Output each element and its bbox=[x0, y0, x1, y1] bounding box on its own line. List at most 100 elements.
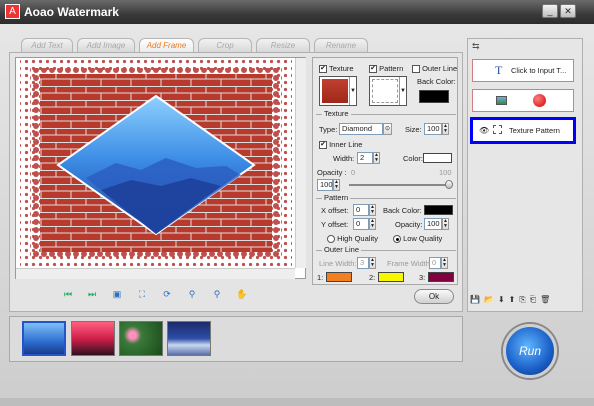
inner-line-checkbox[interactable]: ✔ Inner Line bbox=[319, 140, 363, 150]
tab-rename[interactable]: Rename bbox=[314, 38, 368, 53]
tab-add-text[interactable]: Add Text bbox=[21, 38, 73, 53]
frame-width-input[interactable]: 0 bbox=[429, 257, 441, 269]
pattern-opacity-stepper[interactable]: ▲ ▼ bbox=[442, 218, 449, 230]
outer-color-1-label: 1: bbox=[317, 273, 324, 282]
eye-icon[interactable]: 👁 bbox=[479, 120, 489, 141]
y-offset-stepper[interactable]: ▲ ▼ bbox=[369, 218, 376, 230]
outer-color-2-label: 2: bbox=[369, 273, 376, 282]
pattern-checkbox[interactable]: ✔ Pattern bbox=[369, 64, 404, 74]
ok-button[interactable]: Ok bbox=[414, 289, 454, 304]
fit-icon[interactable]: ▣ bbox=[111, 288, 123, 300]
opacity-slider-thumb[interactable] bbox=[445, 180, 453, 189]
size-stepper[interactable]: ▲ ▼ bbox=[442, 123, 449, 135]
width-input[interactable]: 2 bbox=[357, 152, 373, 164]
outer-color-3-swatch[interactable] bbox=[428, 272, 454, 282]
thumbnail-flowers[interactable] bbox=[119, 321, 163, 356]
opacity-slider-track[interactable] bbox=[349, 184, 451, 186]
layers-header-icon[interactable]: ⇆ bbox=[472, 41, 486, 52]
high-quality-radio[interactable]: High Quality bbox=[327, 234, 378, 244]
open-icon[interactable]: 📂 bbox=[484, 295, 498, 304]
inner-line-label: Inner Line bbox=[329, 140, 363, 149]
opacity-input[interactable]: 100 bbox=[317, 179, 333, 191]
actual-size-icon[interactable]: ⛶ bbox=[136, 288, 148, 300]
texture-checkbox[interactable]: ✔ Texture bbox=[319, 64, 354, 74]
x-offset-input[interactable]: 0 bbox=[353, 204, 369, 216]
outer-line-section: Outer Line bbox=[316, 245, 456, 254]
type-label: Type: bbox=[319, 125, 338, 134]
y-offset-input[interactable]: 0 bbox=[353, 218, 369, 230]
width-label: Width: bbox=[333, 154, 355, 163]
image-icon bbox=[496, 96, 507, 105]
opacity-stepper[interactable]: ▲ ▼ bbox=[333, 179, 340, 191]
delete-icon[interactable]: 🗑 bbox=[540, 295, 554, 304]
chevron-down-icon: ▼ bbox=[399, 77, 406, 105]
pattern-section: Pattern bbox=[316, 193, 456, 202]
texture-picker[interactable]: ▼ bbox=[319, 76, 357, 106]
type-select[interactable]: Diamond bbox=[339, 123, 383, 135]
high-quality-label: High Quality bbox=[337, 234, 378, 243]
pan-hand-icon[interactable]: ✋ bbox=[236, 288, 248, 300]
chevron-down-icon[interactable]: ⊙ bbox=[383, 123, 392, 135]
opacity-min-label: 0 bbox=[351, 168, 356, 177]
pattern-section-title: Pattern bbox=[322, 193, 351, 202]
tab-add-frame[interactable]: Add Frame bbox=[139, 38, 194, 53]
layer-frame-item[interactable]: 👁 Texture Pattern bbox=[470, 117, 576, 144]
texture-preview bbox=[322, 79, 348, 103]
width-stepper[interactable]: ▲ ▼ bbox=[373, 152, 380, 164]
zoom-in-icon[interactable]: ⚲ bbox=[186, 288, 198, 300]
pattern-opacity-input[interactable]: 100 bbox=[424, 218, 442, 230]
line-width-input[interactable]: 3 bbox=[357, 257, 369, 269]
layer-toolbar: 💾📂⬇⬆⎘⎗🗑 bbox=[470, 295, 580, 309]
layer-image-item[interactable] bbox=[472, 89, 574, 112]
rotate-icon[interactable]: ⟳ bbox=[161, 288, 173, 300]
tab-resize[interactable]: Resize bbox=[256, 38, 310, 53]
pattern-checkbox-label: Pattern bbox=[379, 64, 404, 73]
window-title: Aoao Watermark bbox=[24, 5, 119, 19]
layer-frame-label: Texture Pattern bbox=[509, 126, 560, 135]
frame-properties-panel: ✔ Texture ✔ Pattern Outer Line ▼ ▼ Back … bbox=[312, 57, 458, 285]
low-quality-radio[interactable]: Low Quality bbox=[393, 234, 442, 244]
texture-section-title: Texture bbox=[322, 109, 351, 118]
import-icon[interactable]: ⎘ bbox=[519, 295, 529, 304]
thumbnail-mountains[interactable] bbox=[22, 321, 66, 356]
pattern-picker[interactable]: ▼ bbox=[369, 76, 407, 106]
inner-line-color-swatch[interactable] bbox=[423, 153, 452, 163]
x-offset-stepper[interactable]: ▲ ▼ bbox=[369, 204, 376, 216]
move-up-icon[interactable]: ⬆ bbox=[509, 295, 520, 304]
outer-color-2-swatch[interactable] bbox=[378, 272, 404, 282]
tab-add-image[interactable]: Add Image bbox=[77, 38, 135, 53]
outer-color-1-swatch[interactable] bbox=[326, 272, 352, 282]
image-preview[interactable] bbox=[15, 57, 306, 279]
export-icon[interactable]: ⎗ bbox=[530, 295, 540, 304]
minimize-icon[interactable]: _ bbox=[542, 4, 558, 18]
preview-hscrollbar[interactable] bbox=[16, 268, 295, 279]
line-width-stepper[interactable]: ▲ ▼ bbox=[369, 257, 376, 269]
frame-icon bbox=[493, 125, 502, 134]
first-icon[interactable]: ⏮ bbox=[62, 288, 74, 300]
thumbnail-winter[interactable] bbox=[167, 321, 211, 356]
frame-width-stepper[interactable]: ▲ ▼ bbox=[441, 257, 448, 269]
outer-line-section-title: Outer Line bbox=[322, 245, 362, 254]
move-down-icon[interactable]: ⬇ bbox=[498, 295, 509, 304]
back-color-swatch[interactable] bbox=[419, 90, 449, 103]
save-icon[interactable]: 💾 bbox=[470, 295, 484, 304]
tab-crop[interactable]: Crop bbox=[198, 38, 252, 53]
outer-color-3-label: 3: bbox=[419, 273, 426, 282]
texture-checkbox-label: Texture bbox=[328, 64, 354, 73]
app-logo-icon: A bbox=[5, 4, 20, 19]
preview-vscrollbar[interactable] bbox=[295, 58, 306, 268]
last-icon[interactable]: ⏭ bbox=[86, 288, 98, 300]
layer-text-item[interactable]: T Click to Input T... bbox=[472, 59, 574, 82]
pattern-back-color-swatch[interactable] bbox=[424, 205, 453, 215]
size-input[interactable]: 100 bbox=[424, 123, 442, 135]
close-icon[interactable]: ✕ bbox=[560, 4, 576, 18]
zoom-out-icon[interactable]: ⚲ bbox=[211, 288, 223, 300]
text-t-icon: T bbox=[495, 63, 503, 77]
outer-line-checkbox[interactable]: Outer Line bbox=[412, 64, 457, 74]
status-bar bbox=[0, 398, 594, 406]
color-label: Color: bbox=[403, 154, 424, 163]
opacity-max-label: 100 bbox=[439, 168, 452, 177]
run-button[interactable]: Run bbox=[503, 324, 557, 378]
thumbnail-sunset[interactable] bbox=[71, 321, 115, 356]
layer-text-label: Click to Input T... bbox=[511, 66, 567, 75]
